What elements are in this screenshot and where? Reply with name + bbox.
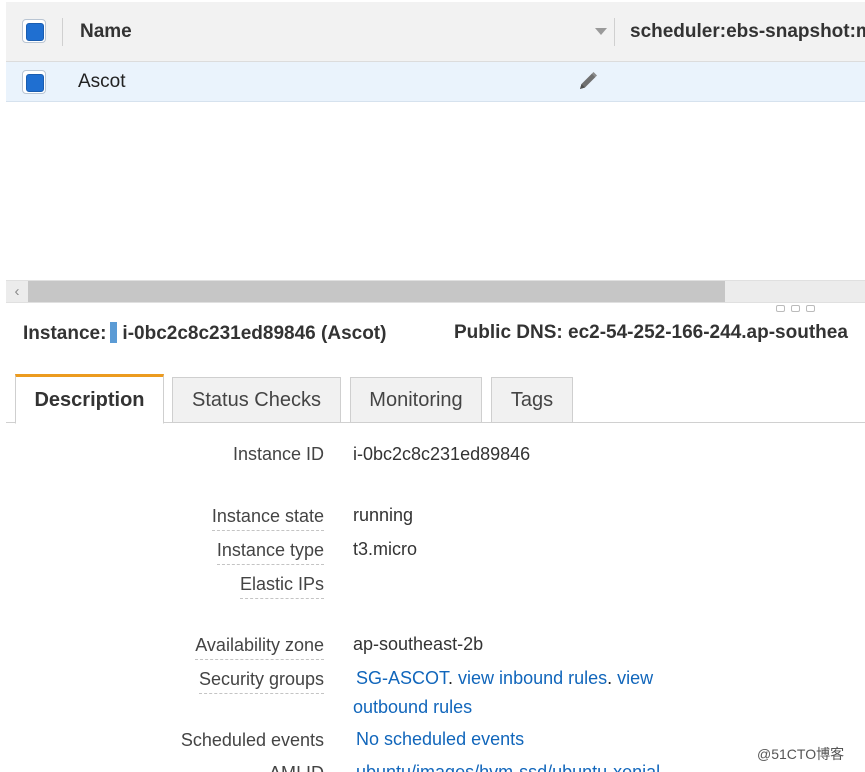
scheduled-events-value: No scheduled events xyxy=(353,729,524,750)
edit-pencil-icon[interactable] xyxy=(576,69,600,93)
scheduled-events-label: Scheduled events xyxy=(180,730,324,750)
security-groups-value: SG-ASCOT. view inbound rules. view xyxy=(353,668,653,689)
instance-state-label[interactable]: Instance state xyxy=(211,506,324,531)
instance-type-label[interactable]: Instance type xyxy=(216,540,324,565)
detail-tabs: Description Status Checks Monitoring Tag… xyxy=(6,374,865,424)
column-header-tag[interactable]: scheduler:ebs-snapshot:m xyxy=(630,21,865,43)
public-dns-label: Public DNS: xyxy=(454,322,563,343)
scroll-thumb[interactable] xyxy=(28,281,725,302)
instance-state-value: running xyxy=(353,505,414,525)
row-name-cell: Ascot xyxy=(78,71,126,92)
separator-dot: . xyxy=(607,668,613,688)
select-all-checkbox[interactable] xyxy=(22,19,46,43)
elastic-ips-label[interactable]: Elastic IPs xyxy=(239,574,324,599)
security-groups-label[interactable]: Security groups xyxy=(198,669,324,694)
availability-zone-value: ap-southeast-2b xyxy=(353,634,484,654)
view-inbound-rules-link[interactable]: view inbound rules xyxy=(458,668,607,688)
tab-status-checks[interactable]: Status Checks xyxy=(172,377,341,423)
security-group-link[interactable]: SG-ASCOT xyxy=(356,668,448,688)
column-divider xyxy=(62,18,63,46)
security-groups-value-line2: outbound rules xyxy=(353,697,472,718)
instance-value: i-0bc2c8c231ed89846 (Ascot) xyxy=(122,323,387,344)
instance-id-label: Instance ID xyxy=(232,444,324,464)
column-divider[interactable] xyxy=(614,18,615,46)
table-header: Name scheduler:ebs-snapshot:m xyxy=(6,2,865,62)
ami-id-link[interactable]: ubuntu/images/hvm-ssd/ubuntu-xenial xyxy=(356,762,660,772)
watermark: @51CTO博客 xyxy=(757,746,845,762)
separator-dot: . xyxy=(448,668,454,688)
row-checkbox[interactable] xyxy=(22,70,46,94)
public-dns-value: ec2-54-252-166-244.ap-southea xyxy=(568,322,848,343)
view-outbound-rules-link-cont[interactable]: outbound rules xyxy=(353,697,472,717)
scroll-left-arrow-icon[interactable]: ‹ xyxy=(6,281,28,302)
column-header-name[interactable]: Name xyxy=(80,21,132,43)
availability-zone-label[interactable]: Availability zone xyxy=(195,635,324,660)
instance-summary: Instance: i-0bc2c8c231ed89846 (Ascot) Pub… xyxy=(23,322,865,345)
public-dns: Public DNS: ec2-54-252-166-244.ap-southe… xyxy=(454,322,848,344)
instance-type-value: t3.micro xyxy=(353,539,418,559)
table-row[interactable]: Ascot xyxy=(6,62,865,102)
ami-id-value: ubuntu/images/hvm-ssd/ubuntu-xenial xyxy=(353,762,660,772)
instance-label: Instance: xyxy=(23,323,107,344)
pane-resize-handle-icon[interactable] xyxy=(776,305,815,312)
tab-tags[interactable]: Tags xyxy=(491,377,573,423)
ami-id-label: AMI ID xyxy=(269,763,324,772)
tab-monitoring[interactable]: Monitoring xyxy=(350,377,482,423)
instance-state-indicator xyxy=(110,322,118,343)
scheduled-events-link[interactable]: No scheduled events xyxy=(356,729,524,749)
view-outbound-rules-link[interactable]: view xyxy=(617,668,653,688)
horizontal-scrollbar[interactable]: ‹ xyxy=(6,280,865,303)
instance-id-value: i-0bc2c8c231ed89846 xyxy=(353,444,531,464)
sort-caret-icon[interactable] xyxy=(595,28,607,35)
tab-description[interactable]: Description xyxy=(15,374,164,424)
